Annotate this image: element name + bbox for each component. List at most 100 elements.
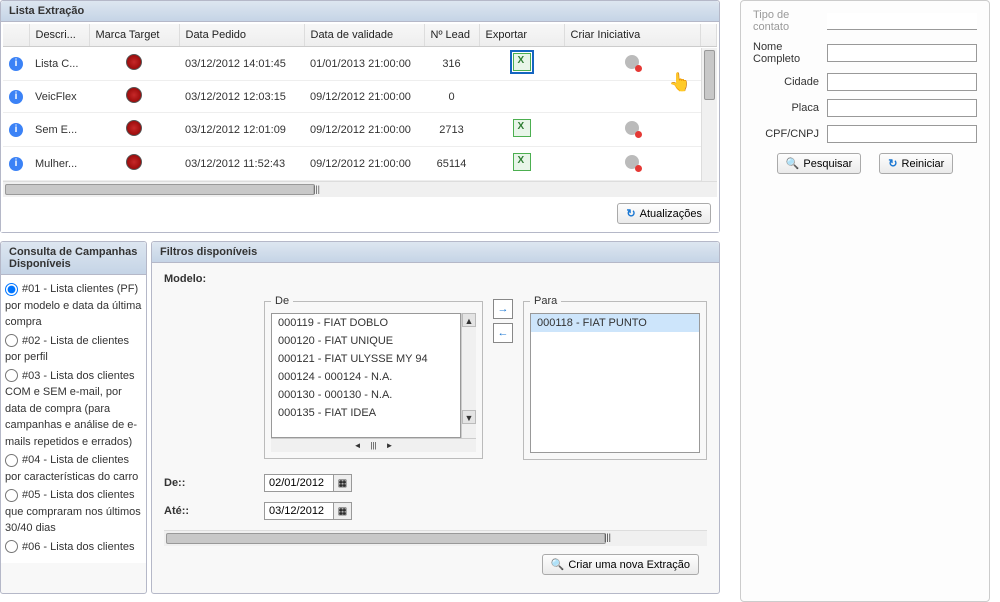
date-to-picker-button[interactable]: ▦ [334, 502, 352, 520]
cell-lead: 0 [424, 81, 479, 113]
horizontal-scrollbar[interactable]: ||| [3, 181, 717, 197]
campaign-radio[interactable] [5, 283, 18, 296]
campaign-radio-item[interactable]: #02 - Lista de clientes por perfil [5, 333, 142, 366]
campaign-label: #06 - Lista dos clientes [22, 541, 135, 553]
date-to-input[interactable] [264, 502, 334, 520]
col-iniciativa[interactable]: Criar Iniciativa [564, 24, 701, 47]
col-marca[interactable]: Marca Target [89, 24, 179, 47]
to-fieldset: Para 000118 - FIAT PUNTO [523, 295, 707, 460]
placa-label: Placa [791, 102, 819, 114]
create-extraction-button[interactable]: Criar uma nova Extração [542, 554, 699, 575]
create-extraction-label: Criar uma nova Extração [568, 559, 690, 571]
col-lead[interactable]: Nº Lead [424, 24, 479, 47]
cell-data-validade: 09/12/2012 21:00:00 [304, 147, 424, 181]
move-left-button[interactable]: ← [493, 323, 513, 343]
filters-panel: Filtros disponíveis Modelo: De 000119 - … [151, 241, 720, 594]
col-icon[interactable] [3, 24, 29, 47]
update-button[interactable]: Atualizações [617, 203, 711, 224]
cell-data-pedido: 03/12/2012 12:03:15 [179, 81, 304, 113]
to-legend: Para [530, 295, 561, 307]
campaign-radio-item[interactable]: #05 - Lista dos clientes que compraram n… [5, 487, 142, 537]
cpf-label: CPF/CNPJ [765, 128, 819, 140]
campaign-label: #03 - Lista dos clientes COM e SEM e-mai… [5, 370, 137, 448]
info-icon[interactable]: i [9, 157, 23, 171]
nome-input[interactable] [827, 44, 977, 62]
campaign-radio-item[interactable]: #03 - Lista dos clientes COM e SEM e-mai… [5, 368, 142, 451]
info-icon[interactable]: i [9, 90, 23, 104]
nome-label: Nome Completo [753, 41, 819, 65]
campaign-radio[interactable] [5, 489, 18, 502]
reset-icon [888, 157, 897, 170]
info-icon[interactable]: i [9, 123, 23, 137]
create-initiative-icon[interactable] [625, 155, 639, 169]
placa-input[interactable] [827, 99, 977, 117]
col-data-pedido[interactable]: Data Pedido [179, 24, 304, 47]
extraction-list-panel: Lista Extração Descri... Marca Target Da… [0, 0, 720, 233]
cell-lead: 316 [424, 47, 479, 81]
list-item[interactable]: 000135 - FIAT IDEA [272, 404, 460, 422]
pesquisar-button[interactable]: Pesquisar [777, 153, 862, 174]
table-row[interactable]: i Sem E... 03/12/2012 12:01:0909/12/2012 2… [3, 113, 717, 147]
from-listbox[interactable]: 000119 - FIAT DOBLO000120 - FIAT UNIQUE0… [271, 313, 461, 438]
create-initiative-icon[interactable] [625, 55, 639, 69]
from-fieldset: De 000119 - FIAT DOBLO000120 - FIAT UNIQ… [264, 295, 483, 459]
table-row[interactable]: iVeicFlex03/12/2012 12:03:1509/12/2012 2… [3, 81, 717, 113]
refresh-icon [626, 207, 635, 220]
campaigns-title: Consulta de Campanhas Disponíveis [1, 242, 146, 275]
list-item[interactable]: 000119 - FIAT DOBLO [272, 314, 460, 332]
col-descricao[interactable]: Descri... [29, 24, 89, 47]
from-list-hscroll[interactable]: ◄ ||| ► [271, 438, 476, 452]
cell-data-pedido: 03/12/2012 14:01:45 [179, 47, 304, 81]
table-row[interactable]: iLista C...03/12/2012 14:01:4501/01/2013… [3, 47, 717, 81]
list-item[interactable]: 000124 - 000124 - N.A. [272, 368, 460, 386]
list-item[interactable]: 000121 - FIAT ULYSSE MY 94 [272, 350, 460, 368]
campaign-radio[interactable] [5, 334, 18, 347]
list-item[interactable]: 000130 - 000130 - N.A. [272, 386, 460, 404]
table-row[interactable]: iMulher...03/12/2012 11:52:4309/12/2012 … [3, 147, 717, 181]
reiniciar-label: Reiniciar [902, 158, 945, 170]
campaign-radio-item[interactable]: #01 - Lista clientes (PF) por modelo e d… [5, 281, 142, 331]
reiniciar-button[interactable]: Reiniciar [879, 153, 953, 174]
swap-buttons: → ← [489, 295, 517, 347]
filters-hscroll[interactable]: ||| [164, 530, 707, 546]
campaign-radio[interactable] [5, 454, 18, 467]
campaign-label: #04 - Lista de clientes por característi… [5, 454, 138, 483]
col-data-validade[interactable]: Data de validade [304, 24, 424, 47]
campaign-radio[interactable] [5, 369, 18, 382]
cidade-label: Cidade [784, 76, 819, 88]
campaigns-panel: Consulta de Campanhas Disponíveis #01 - … [0, 241, 147, 594]
col-exportar[interactable]: Exportar [479, 24, 564, 47]
list-item[interactable]: 000120 - FIAT UNIQUE [272, 332, 460, 350]
export-excel-icon[interactable] [513, 153, 531, 171]
pesquisar-label: Pesquisar [803, 158, 852, 170]
cpf-input[interactable] [827, 125, 977, 143]
campaign-label: #01 - Lista clientes (PF) por modelo e d… [5, 283, 141, 328]
campaign-label: #02 - Lista de clientes por perfil [5, 335, 129, 364]
list-item[interactable]: 000118 - FIAT PUNTO [531, 314, 699, 332]
campaign-radio-item[interactable]: #04 - Lista de clientes por característi… [5, 452, 142, 485]
cell-data-validade: 09/12/2012 21:00:00 [304, 113, 424, 147]
cell-lead: 65114 [424, 147, 479, 181]
move-right-button[interactable]: → [493, 299, 513, 319]
campaign-label: #05 - Lista dos clientes que compraram n… [5, 489, 141, 534]
cell-data-pedido: 03/12/2012 11:52:43 [179, 147, 304, 181]
cell-desc: Lista C... [29, 47, 89, 81]
cell-data-pedido: 03/12/2012 12:01:09 [179, 113, 304, 147]
cell-desc: Sem E... [29, 113, 89, 147]
cidade-input[interactable] [827, 73, 977, 91]
info-icon[interactable]: i [9, 57, 23, 71]
update-button-label: Atualizações [640, 208, 702, 220]
date-from-picker-button[interactable]: ▦ [334, 474, 352, 492]
export-excel-icon[interactable] [513, 53, 531, 71]
create-initiative-icon[interactable] [625, 121, 639, 135]
date-to-label: Até:: [164, 505, 264, 517]
export-excel-icon[interactable] [513, 119, 531, 137]
to-listbox[interactable]: 000118 - FIAT PUNTO [530, 313, 700, 453]
campaign-radio-item[interactable]: #06 - Lista dos clientes [5, 539, 142, 556]
vertical-scrollbar[interactable] [701, 48, 717, 181]
from-list-scrollbar[interactable]: ▲ ▼ [461, 313, 476, 438]
tipo-contato-input[interactable] [827, 13, 977, 30]
campaign-radio[interactable] [5, 540, 18, 553]
cell-desc: VeicFlex [29, 81, 89, 113]
date-from-input[interactable] [264, 474, 334, 492]
